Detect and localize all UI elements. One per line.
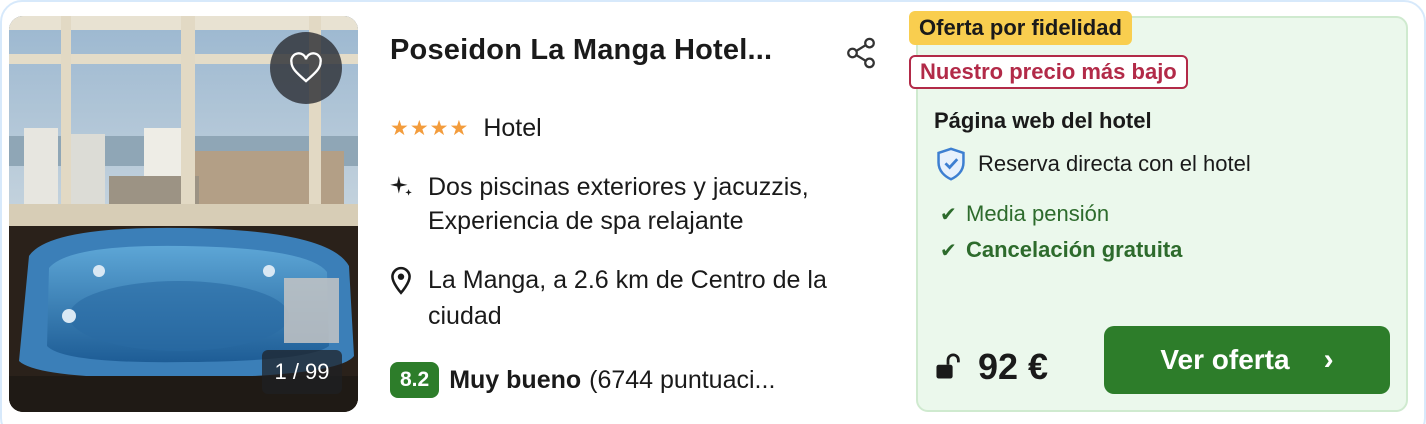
- star-rating: ★★★★: [390, 117, 470, 140]
- lowest-price-badge: Nuestro precio más bajo: [909, 55, 1188, 89]
- offer-provider: Página web del hotel: [934, 108, 1152, 133]
- photo-counter: 1 / 99: [262, 350, 342, 394]
- unlock-icon: [936, 353, 960, 379]
- view-offer-button[interactable]: Ver oferta ›: [1104, 326, 1390, 394]
- loyalty-badge: Oferta por fidelidad: [909, 11, 1132, 45]
- shield-check-icon: [937, 147, 965, 181]
- share-button[interactable]: [844, 36, 878, 70]
- rating-count: (6744 puntuaci...: [589, 365, 776, 394]
- rating-score: 8.2: [390, 362, 440, 398]
- hotel-location: La Manga, a 2.6 km de Centro de la ciuda…: [428, 266, 827, 330]
- map-pin-icon: [391, 266, 411, 295]
- rating-row[interactable]: 8.2 Muy bueno (6744 puntuaci...: [390, 362, 775, 398]
- hotel-name[interactable]: Poseidon La Manga Hotel...: [390, 34, 772, 67]
- feature-row: Dos piscinas exteriores y jacuzzis, Expe…: [388, 170, 898, 238]
- view-offer-label: Ver oferta: [1160, 344, 1290, 375]
- hotel-type: Hotel: [483, 114, 542, 142]
- price-row: 92 €: [934, 346, 1048, 388]
- perk-free-cancellation: ✔ Cancelación gratuita: [940, 237, 1182, 263]
- offer-price: 92 €: [978, 346, 1049, 387]
- rating-label: Muy bueno: [449, 365, 582, 394]
- perk-label: Media pensión: [966, 201, 1110, 226]
- heart-icon: [290, 52, 322, 83]
- hotel-features: Dos piscinas exteriores y jacuzzis, Expe…: [428, 173, 809, 235]
- location-row[interactable]: La Manga, a 2.6 km de Centro de la ciuda…: [388, 262, 898, 334]
- sparkle-icon: [390, 176, 412, 196]
- direct-booking-text: Reserva directa con el hotel: [978, 151, 1251, 176]
- check-icon: ✔: [940, 203, 957, 226]
- direct-booking-row: Reserva directa con el hotel: [934, 146, 1251, 182]
- favorite-button[interactable]: [270, 32, 342, 104]
- check-icon: ✔: [940, 239, 957, 262]
- share-icon: [847, 37, 875, 69]
- perk-label: Cancelación gratuita: [966, 237, 1183, 262]
- stars-row: ★★★★ Hotel: [390, 114, 542, 143]
- chevron-right-icon: ›: [1323, 343, 1334, 376]
- perk-half-board: ✔ Media pensión: [940, 201, 1109, 227]
